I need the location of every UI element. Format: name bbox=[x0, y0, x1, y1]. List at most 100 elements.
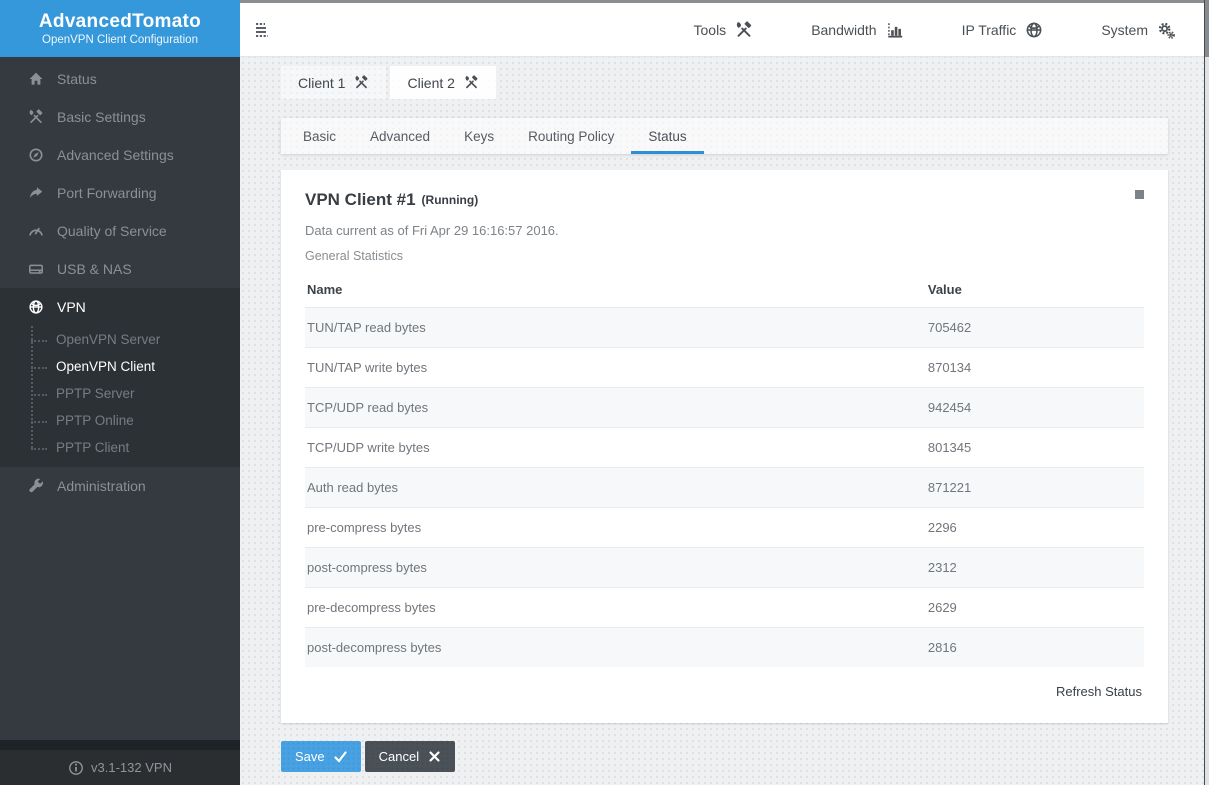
app-title: AdvancedTomato bbox=[39, 11, 201, 33]
check-icon bbox=[334, 750, 347, 763]
tab-status[interactable]: Status bbox=[631, 118, 703, 154]
topnav-bandwidth[interactable]: Bandwidth bbox=[811, 21, 903, 39]
tab-label: Client 2 bbox=[407, 75, 454, 91]
stat-value: 871221 bbox=[926, 468, 1144, 508]
scrollbar-thumb[interactable] bbox=[1205, 0, 1209, 57]
stat-name: Auth read bytes bbox=[305, 468, 926, 508]
topnav-label: IP Traffic bbox=[962, 22, 1017, 38]
sidebar-subitem-openvpn-client[interactable]: OpenVPN Client bbox=[0, 353, 240, 380]
page-subtitle: OpenVPN Client Configuration bbox=[42, 34, 198, 46]
statistics-table: Name Value TUN/TAP read bytes 705462 TUN… bbox=[305, 272, 1144, 667]
sidebar-subitem-pptp-server[interactable]: PPTP Server bbox=[0, 380, 240, 407]
gears-icon bbox=[1157, 21, 1175, 39]
sidebar-item-qos[interactable]: Quality of Service bbox=[0, 212, 240, 250]
tab-keys[interactable]: Keys bbox=[447, 118, 511, 154]
topnav-system[interactable]: System bbox=[1101, 21, 1175, 39]
card-header: VPN Client #1 (Running) bbox=[305, 190, 1144, 210]
tools-icon bbox=[735, 21, 753, 39]
table-header-row: Name Value bbox=[305, 272, 1144, 308]
sidebar-item-label: Advanced Settings bbox=[57, 147, 174, 163]
topnav: Tools Bandwidth IP Traffic System bbox=[694, 21, 1176, 39]
version-footer: v3.1-132 VPN bbox=[0, 750, 240, 785]
compass-icon bbox=[28, 147, 44, 163]
table-row: post-compress bytes 2312 bbox=[305, 548, 1144, 588]
brand-header: AdvancedTomato OpenVPN Client Configurat… bbox=[0, 0, 240, 57]
sidebar-item-status[interactable]: Status bbox=[0, 60, 240, 98]
sidebar-vpn-group: VPN OpenVPN Server OpenVPN Client PPTP S… bbox=[0, 288, 240, 467]
tab-routing-policy[interactable]: Routing Policy bbox=[511, 118, 631, 154]
cancel-button[interactable]: Cancel bbox=[365, 741, 455, 772]
topnav-tools[interactable]: Tools bbox=[694, 21, 754, 39]
tools-icon bbox=[464, 75, 479, 90]
subitem-label: OpenVPN Server bbox=[56, 332, 160, 347]
topnav-ip-traffic[interactable]: IP Traffic bbox=[962, 21, 1044, 39]
client-tabs: Client 1 Client 2 bbox=[281, 66, 1168, 99]
column-header-name: Name bbox=[305, 272, 926, 308]
sidebar-item-vpn[interactable]: VPN bbox=[0, 288, 240, 326]
table-row: post-decompress bytes 2816 bbox=[305, 628, 1144, 668]
sidebar-subitem-pptp-online[interactable]: PPTP Online bbox=[0, 407, 240, 434]
save-label: Save bbox=[295, 749, 325, 764]
table-row: pre-compress bytes 2296 bbox=[305, 508, 1144, 548]
tab-advanced[interactable]: Advanced bbox=[353, 118, 447, 154]
sidebar-item-label: Quality of Service bbox=[57, 223, 167, 239]
stat-value: 870134 bbox=[926, 348, 1144, 388]
bar-chart-icon bbox=[886, 21, 904, 39]
sidebar-item-administration[interactable]: Administration bbox=[0, 467, 240, 505]
topnav-label: System bbox=[1101, 22, 1148, 38]
table-row: TUN/TAP write bytes 870134 bbox=[305, 348, 1144, 388]
sidebar-item-label: Basic Settings bbox=[57, 109, 146, 125]
advancedtomato-app: AdvancedTomato OpenVPN Client Configurat… bbox=[0, 0, 1209, 785]
stat-name: TUN/TAP read bytes bbox=[305, 308, 926, 348]
collapse-widget-icon[interactable] bbox=[1135, 190, 1144, 199]
sidebar-nav: Status Basic Settings Advanced Settings … bbox=[0, 57, 240, 505]
table-row: Auth read bytes 871221 bbox=[305, 468, 1144, 508]
stat-name: pre-decompress bytes bbox=[305, 588, 926, 628]
general-statistics-label: General Statistics bbox=[305, 249, 1144, 263]
save-button[interactable]: Save bbox=[281, 741, 361, 772]
drive-icon bbox=[28, 261, 44, 277]
stat-name: TCP/UDP write bytes bbox=[305, 428, 926, 468]
forward-arrow-icon bbox=[28, 185, 44, 201]
table-row: TCP/UDP write bytes 801345 bbox=[305, 428, 1144, 468]
sidebar-item-label: VPN bbox=[57, 299, 86, 315]
sidebar-item-usb-nas[interactable]: USB & NAS bbox=[0, 250, 240, 288]
content: Client 1 Client 2 Basic Advanced Keys Ro… bbox=[240, 57, 1209, 785]
stat-value: 2312 bbox=[926, 548, 1144, 588]
refresh-status-link[interactable]: Refresh Status bbox=[1056, 684, 1142, 699]
gauge-icon bbox=[28, 223, 44, 239]
sidebar-footer-area: v3.1-132 VPN bbox=[0, 740, 240, 785]
card-title: VPN Client #1 bbox=[305, 190, 416, 210]
globe-icon bbox=[28, 299, 44, 315]
sidebar-item-label: Port Forwarding bbox=[57, 185, 157, 201]
sidebar-item-advanced-settings[interactable]: Advanced Settings bbox=[0, 136, 240, 174]
topnav-label: Tools bbox=[694, 22, 727, 38]
subitem-label: PPTP Online bbox=[56, 413, 134, 428]
tab-basic[interactable]: Basic bbox=[286, 118, 353, 154]
subitem-label: PPTP Server bbox=[56, 386, 135, 401]
sidebar-item-label: Status bbox=[57, 71, 97, 87]
section-tabs: Basic Advanced Keys Routing Policy Statu… bbox=[281, 118, 1168, 154]
sidebar-subitem-pptp-client[interactable]: PPTP Client bbox=[0, 434, 240, 461]
stat-name: TCP/UDP read bytes bbox=[305, 388, 926, 428]
menu-toggle-icon[interactable] bbox=[255, 19, 281, 41]
tab-client-2[interactable]: Client 2 bbox=[390, 66, 495, 99]
stat-name: post-compress bytes bbox=[305, 548, 926, 588]
stat-value: 942454 bbox=[926, 388, 1144, 428]
column-header-value: Value bbox=[926, 272, 1144, 308]
stat-value: 705462 bbox=[926, 308, 1144, 348]
version-label: v3.1-132 VPN bbox=[91, 760, 172, 775]
tab-client-1[interactable]: Client 1 bbox=[281, 66, 386, 99]
sidebar-item-basic-settings[interactable]: Basic Settings bbox=[0, 98, 240, 136]
sidebar-subitem-openvpn-server[interactable]: OpenVPN Server bbox=[0, 326, 240, 353]
table-row: TCP/UDP read bytes 942454 bbox=[305, 388, 1144, 428]
stat-name: TUN/TAP write bytes bbox=[305, 348, 926, 388]
sidebar-item-port-forwarding[interactable]: Port Forwarding bbox=[0, 174, 240, 212]
stat-value: 2629 bbox=[926, 588, 1144, 628]
table-row: TUN/TAP read bytes 705462 bbox=[305, 308, 1144, 348]
data-current-text: Data current as of Fri Apr 29 16:16:57 2… bbox=[305, 223, 1144, 238]
subitem-label: PPTP Client bbox=[56, 440, 129, 455]
wrench-icon bbox=[28, 478, 44, 494]
refresh-row: Refresh Status bbox=[305, 667, 1144, 711]
scrollbar[interactable] bbox=[1204, 0, 1209, 785]
